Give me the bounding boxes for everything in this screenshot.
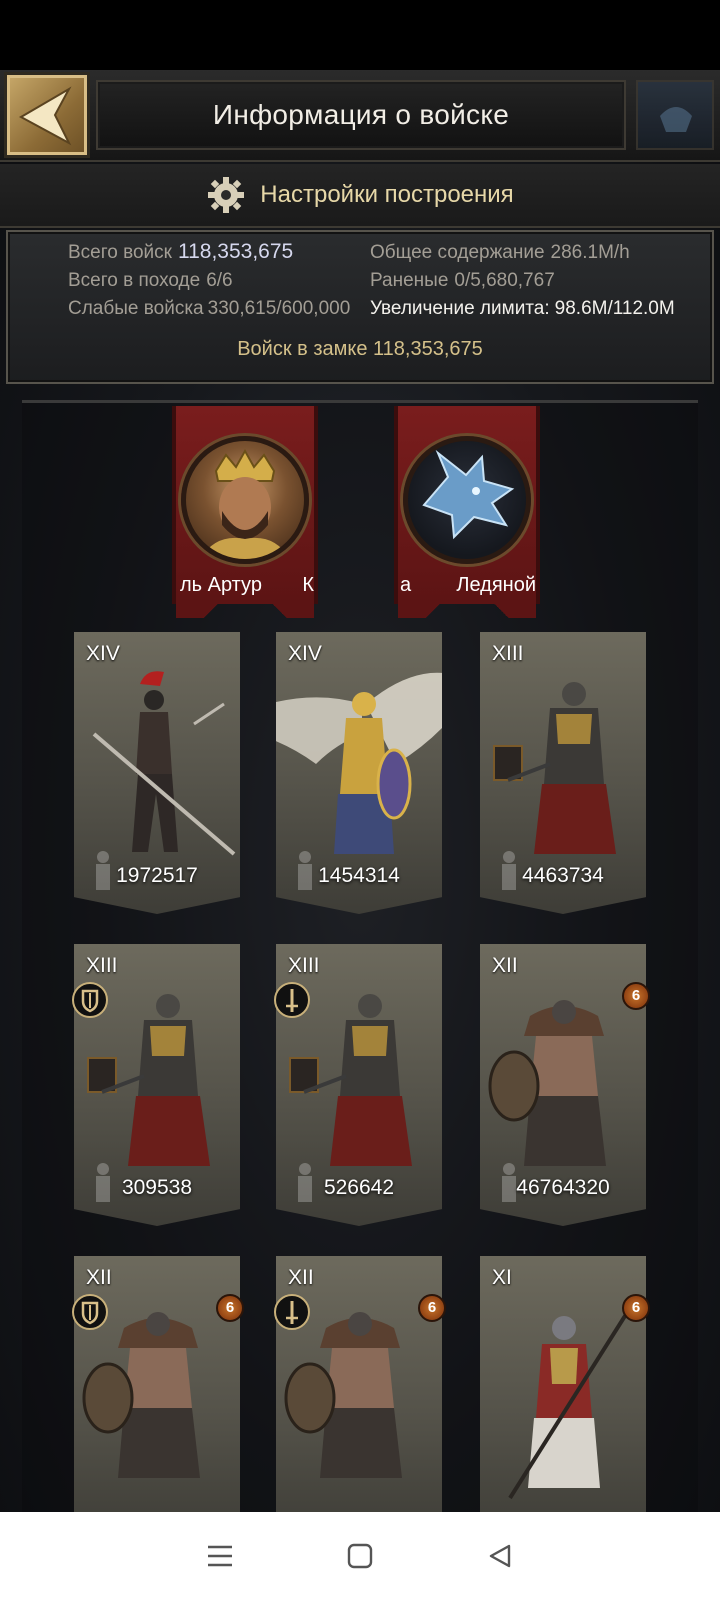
troop-tier: XIII	[492, 642, 524, 665]
troop-tier: XII	[86, 1266, 112, 1289]
troop-tier: XIII	[288, 954, 320, 977]
hero-banner-arthur[interactable]: ль Артур К	[172, 406, 318, 618]
wounded-label: Раненые	[370, 270, 449, 291]
shield-icon	[72, 1294, 108, 1330]
status-bar	[0, 0, 720, 70]
weak-value: 330,615/600,000	[207, 298, 351, 319]
shield-icon	[72, 982, 108, 1018]
level-badge: 6	[418, 1294, 446, 1322]
upkeep-label: Общее содержание	[370, 242, 545, 263]
marching-value: 6/6	[206, 270, 233, 291]
hero-name-part: К	[302, 574, 314, 596]
total-troops-label: Всего войск	[68, 242, 172, 263]
system-nav-bar	[0, 1512, 720, 1600]
hero-name-part: а	[400, 574, 412, 596]
limit-increase: Увеличение лимита: 98.6M/112.0M	[370, 298, 675, 320]
troop-card[interactable]: 6 XII	[274, 1256, 446, 1512]
settings-label: Настройки построения	[260, 181, 514, 208]
troop-card[interactable]: XIII 526642	[274, 944, 442, 1226]
recent-apps-button[interactable]	[190, 1526, 250, 1586]
marching-label: Всего в походе	[68, 270, 201, 291]
back-arrow-icon	[18, 86, 72, 146]
troop-tier: XIV	[288, 642, 322, 665]
home-button[interactable]	[330, 1526, 390, 1586]
level-badge: 6	[216, 1294, 244, 1322]
lancer-figure	[508, 1306, 632, 1500]
troop-tier: XI	[492, 1266, 512, 1289]
page-title: Информация о войске	[212, 99, 510, 130]
troop-count: 309538	[121, 1176, 193, 1199]
level-badge: 6	[622, 982, 650, 1010]
gear-icon	[208, 177, 245, 213]
total-troops: Всего войск 118,353,675	[68, 240, 293, 264]
menu-icon	[208, 1545, 232, 1567]
troop-card[interactable]: 6 XII	[72, 1256, 244, 1512]
wounded: Раненые 0/5,680,767	[370, 270, 555, 292]
hero-name-part: Ледяной	[456, 574, 536, 596]
back-nav-button[interactable]	[470, 1526, 530, 1586]
troop-card[interactable]: 6 XII 46764320	[480, 944, 650, 1226]
formation-settings-button[interactable]: Настройки построения	[0, 164, 720, 228]
troop-count: 526642	[323, 1176, 395, 1199]
sword-icon	[274, 1294, 310, 1330]
castle-troops: Войск в замке 118,353,675	[237, 338, 483, 360]
game-screen: Информация о войске Настройки построения	[0, 70, 720, 1512]
crest-icon	[660, 107, 692, 132]
troop-card[interactable]: 6 XI	[480, 1256, 650, 1512]
troop-count: 46764320	[516, 1176, 610, 1199]
dragon-head-icon	[422, 449, 515, 540]
upkeep: Общее содержание 286.1M/h	[370, 242, 630, 264]
troop-card[interactable]: XIV 1454314	[276, 632, 442, 914]
wounded-value: 0/5,680,767	[454, 270, 555, 291]
limit-label: Увеличение лимита:	[370, 298, 550, 319]
hero-portrait-arthur	[181, 436, 309, 564]
king-crown-icon	[200, 448, 290, 559]
hero-name-part: ль Артур	[180, 574, 262, 596]
troop-tier: XIV	[86, 642, 120, 665]
limit-value: 98.6M/112.0M	[554, 298, 675, 319]
weak-label: Слабые войска	[68, 298, 204, 319]
marching: Всего в походе 6/6	[68, 270, 233, 292]
troop-tier: XIII	[86, 954, 118, 977]
troop-card[interactable]: XIV 1972517	[74, 632, 240, 914]
title-plate: Информация о войске	[96, 80, 626, 150]
weak-troops: Слабые войска 330,615/600,000	[68, 298, 350, 320]
back-button[interactable]	[4, 72, 90, 158]
troop-card[interactable]: XIII 309538	[72, 944, 240, 1226]
troop-count: 4463734	[522, 864, 604, 887]
troop-count: 1454314	[318, 864, 400, 887]
level-badge: 6	[622, 1294, 650, 1322]
header: Информация о войске	[0, 70, 720, 162]
info-button[interactable]	[636, 80, 714, 150]
home-square-icon	[347, 1543, 373, 1569]
hero-banner-ice-dragon[interactable]: а Ледяной	[394, 406, 540, 618]
hero-portrait-ice-dragon	[403, 436, 531, 564]
troop-count: 1972517	[116, 864, 198, 887]
troop-card[interactable]: XIII 4463734	[480, 632, 646, 914]
troop-tier: XII	[288, 1266, 314, 1289]
total-troops-value: 118,353,675	[177, 240, 294, 263]
sword-icon	[274, 982, 310, 1018]
upkeep-value: 286.1M/h	[550, 242, 630, 263]
back-triangle-icon	[489, 1544, 511, 1568]
troop-tier: XII	[492, 954, 518, 977]
troop-stats-panel: Всего войск 118,353,675 Общее содержание 2…	[6, 230, 714, 384]
